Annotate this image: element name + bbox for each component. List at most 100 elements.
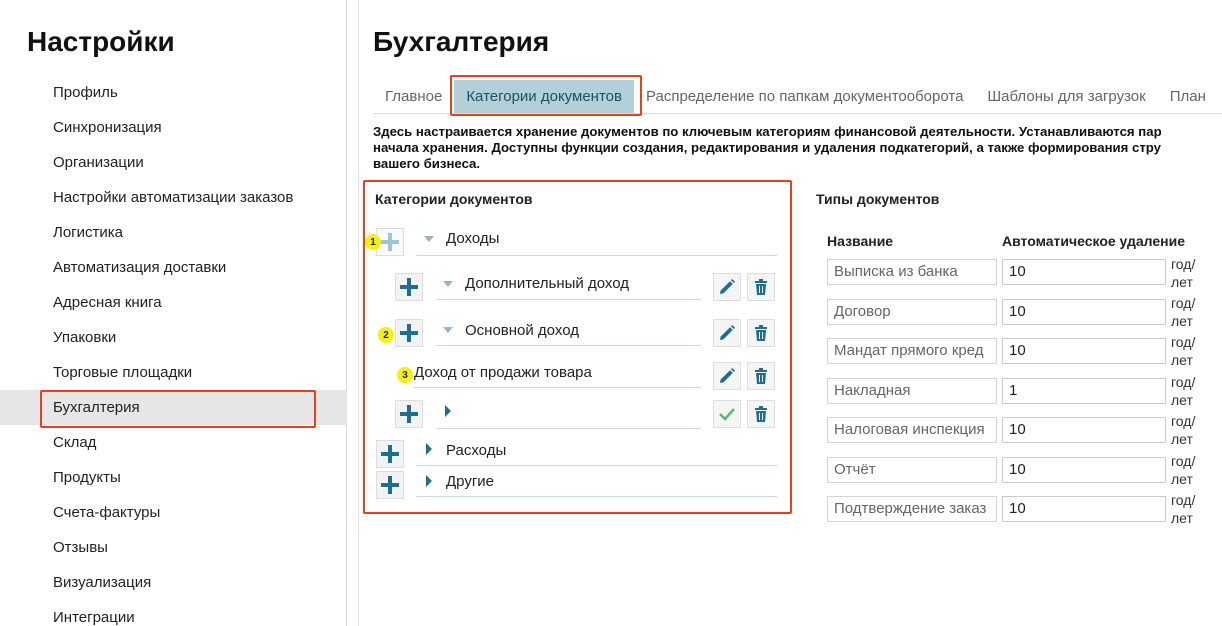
page-title: Бухгалтерия xyxy=(373,26,550,57)
unit-line: год/ xyxy=(1171,295,1196,311)
sidebar-item-sync[interactable]: Синхронизация xyxy=(0,110,347,145)
retention-years-input[interactable]: 10 xyxy=(1002,417,1166,443)
caret-down-icon[interactable] xyxy=(443,326,453,334)
doc-type-name: Отчёт xyxy=(827,457,997,483)
delete-button[interactable] xyxy=(747,273,775,301)
doc-type-name: Выписка из банка xyxy=(827,259,997,285)
unit-line: лет xyxy=(1171,431,1193,447)
description-line: Здесь настраивается хранение документов … xyxy=(373,124,1162,139)
delete-button[interactable] xyxy=(747,319,775,347)
sidebar-item-marketplaces[interactable]: Торговые площадки xyxy=(0,355,347,390)
pencil-icon xyxy=(720,279,735,294)
retention-years-input[interactable]: 1 xyxy=(1002,378,1166,404)
delete-button[interactable] xyxy=(747,400,775,428)
sidebar-item-products[interactable]: Продукты xyxy=(0,460,347,495)
retention-unit: год/лет xyxy=(1171,294,1211,330)
settings-sidebar: Настройки Профиль Синхронизация Организа… xyxy=(0,0,347,626)
plus-icon xyxy=(381,445,399,463)
caret-down-icon[interactable] xyxy=(443,280,453,288)
retention-years-input[interactable]: 10 xyxy=(1002,496,1166,522)
plus-icon xyxy=(400,324,418,342)
retention-unit: год/лет xyxy=(1171,373,1211,409)
unit-line: год/ xyxy=(1171,492,1196,508)
step-badge-1: 1 xyxy=(365,234,381,250)
category-label-others: Другие xyxy=(446,473,495,490)
confirm-button[interactable] xyxy=(713,400,741,428)
caret-right-icon[interactable] xyxy=(425,443,433,455)
sidebar-item-delivery-automation[interactable]: Автоматизация доставки xyxy=(0,250,347,285)
doc-types-title: Типы документов xyxy=(816,191,940,207)
doc-type-name: Мандат прямого кред xyxy=(827,338,997,364)
sidebar-item-order-automation[interactable]: Настройки автоматизации заказов xyxy=(0,180,347,215)
new-category-input[interactable] xyxy=(436,399,701,429)
tab-main[interactable]: Главное xyxy=(373,80,454,113)
add-subcategory-button[interactable] xyxy=(395,319,423,347)
category-label-expenses: Расходы xyxy=(446,442,507,459)
pencil-icon xyxy=(720,368,735,383)
sidebar-item-warehouse[interactable]: Склад xyxy=(0,425,347,460)
description-line: вашего бизнеса. xyxy=(373,156,481,171)
sidebar-title: Настройки xyxy=(27,26,175,57)
edit-button[interactable] xyxy=(713,273,741,301)
tab-upload-templates[interactable]: Шаблоны для загрузок xyxy=(975,80,1157,113)
page-description: Здесь настраивается хранение документов … xyxy=(373,124,1222,172)
trash-icon xyxy=(755,368,767,384)
plus-icon xyxy=(381,476,399,494)
edit-button[interactable] xyxy=(713,362,741,390)
retention-years-input[interactable]: 10 xyxy=(1002,259,1166,285)
unit-line: год/ xyxy=(1171,453,1196,469)
unit-line: год/ xyxy=(1171,256,1196,272)
caret-right-icon[interactable] xyxy=(444,405,452,417)
unit-line: год/ xyxy=(1171,374,1196,390)
retention-unit: год/лет xyxy=(1171,452,1211,488)
retention-years-input[interactable]: 10 xyxy=(1002,338,1166,364)
unit-line: год/ xyxy=(1171,334,1196,350)
sidebar-item-address-book[interactable]: Адресная книга xyxy=(0,285,347,320)
step-badge-3: 3 xyxy=(397,367,413,383)
add-subcategory-button[interactable] xyxy=(376,440,404,468)
sidebar-item-profile[interactable]: Профиль xyxy=(0,75,347,110)
retention-years-input[interactable]: 10 xyxy=(1002,457,1166,483)
description-line: начала хранения. Доступны функции создан… xyxy=(373,140,1162,155)
sidebar-item-invoices[interactable]: Счета-фактуры xyxy=(0,495,347,530)
unit-line: год/ xyxy=(1171,413,1196,429)
step-badge-2: 2 xyxy=(378,327,394,343)
sidebar-item-packaging[interactable]: Упаковки xyxy=(0,320,347,355)
category-label-main-income: Основной доход xyxy=(465,322,579,339)
trash-icon xyxy=(755,279,767,295)
sidebar-item-reviews[interactable]: Отзывы xyxy=(0,530,347,565)
category-label-sale-income: Доход от продажи товара xyxy=(414,364,592,381)
unit-line: лет xyxy=(1171,313,1193,329)
sidebar-item-visualization[interactable]: Визуализация xyxy=(0,565,347,600)
sidebar-list: Профиль Синхронизация Организации Настро… xyxy=(0,75,347,626)
tab-document-categories[interactable]: Категории документов xyxy=(454,80,634,113)
sidebar-item-integrations[interactable]: Интеграции xyxy=(0,600,347,626)
retention-unit: год/лет xyxy=(1171,412,1211,448)
caret-right-icon[interactable] xyxy=(425,475,433,487)
category-label-extra-income: Дополнительный доход xyxy=(465,275,629,292)
sidebar-item-accounting[interactable]: Бухгалтерия xyxy=(0,390,347,425)
retention-unit: год/лет xyxy=(1171,491,1211,527)
tab-plan[interactable]: План xyxy=(1158,80,1218,113)
sidebar-item-logistics[interactable]: Логистика xyxy=(0,215,347,250)
column-header-auto-delete: Автоматическое удаление xyxy=(1002,233,1186,249)
retention-unit: год/лет xyxy=(1171,255,1211,291)
delete-button[interactable] xyxy=(747,362,775,390)
plus-icon xyxy=(400,405,418,423)
edit-button[interactable] xyxy=(713,319,741,347)
caret-down-icon[interactable] xyxy=(424,235,434,243)
add-subcategory-button[interactable] xyxy=(376,471,404,499)
retention-unit: год/лет xyxy=(1171,333,1211,369)
unit-line: лет xyxy=(1171,471,1193,487)
doc-type-name: Подтверждение заказ xyxy=(827,496,997,522)
doc-type-name: Договор xyxy=(827,299,997,325)
add-subcategory-button[interactable] xyxy=(395,273,423,301)
trash-icon xyxy=(755,406,767,422)
plus-icon xyxy=(400,278,418,296)
category-label-income: Доходы xyxy=(446,230,500,247)
add-subcategory-button[interactable] xyxy=(395,400,423,428)
unit-line: лет xyxy=(1171,510,1193,526)
tab-folder-distribution[interactable]: Распределение по папкам документооборота xyxy=(634,80,975,113)
retention-years-input[interactable]: 10 xyxy=(1002,299,1166,325)
sidebar-item-organizations[interactable]: Организации xyxy=(0,145,347,180)
